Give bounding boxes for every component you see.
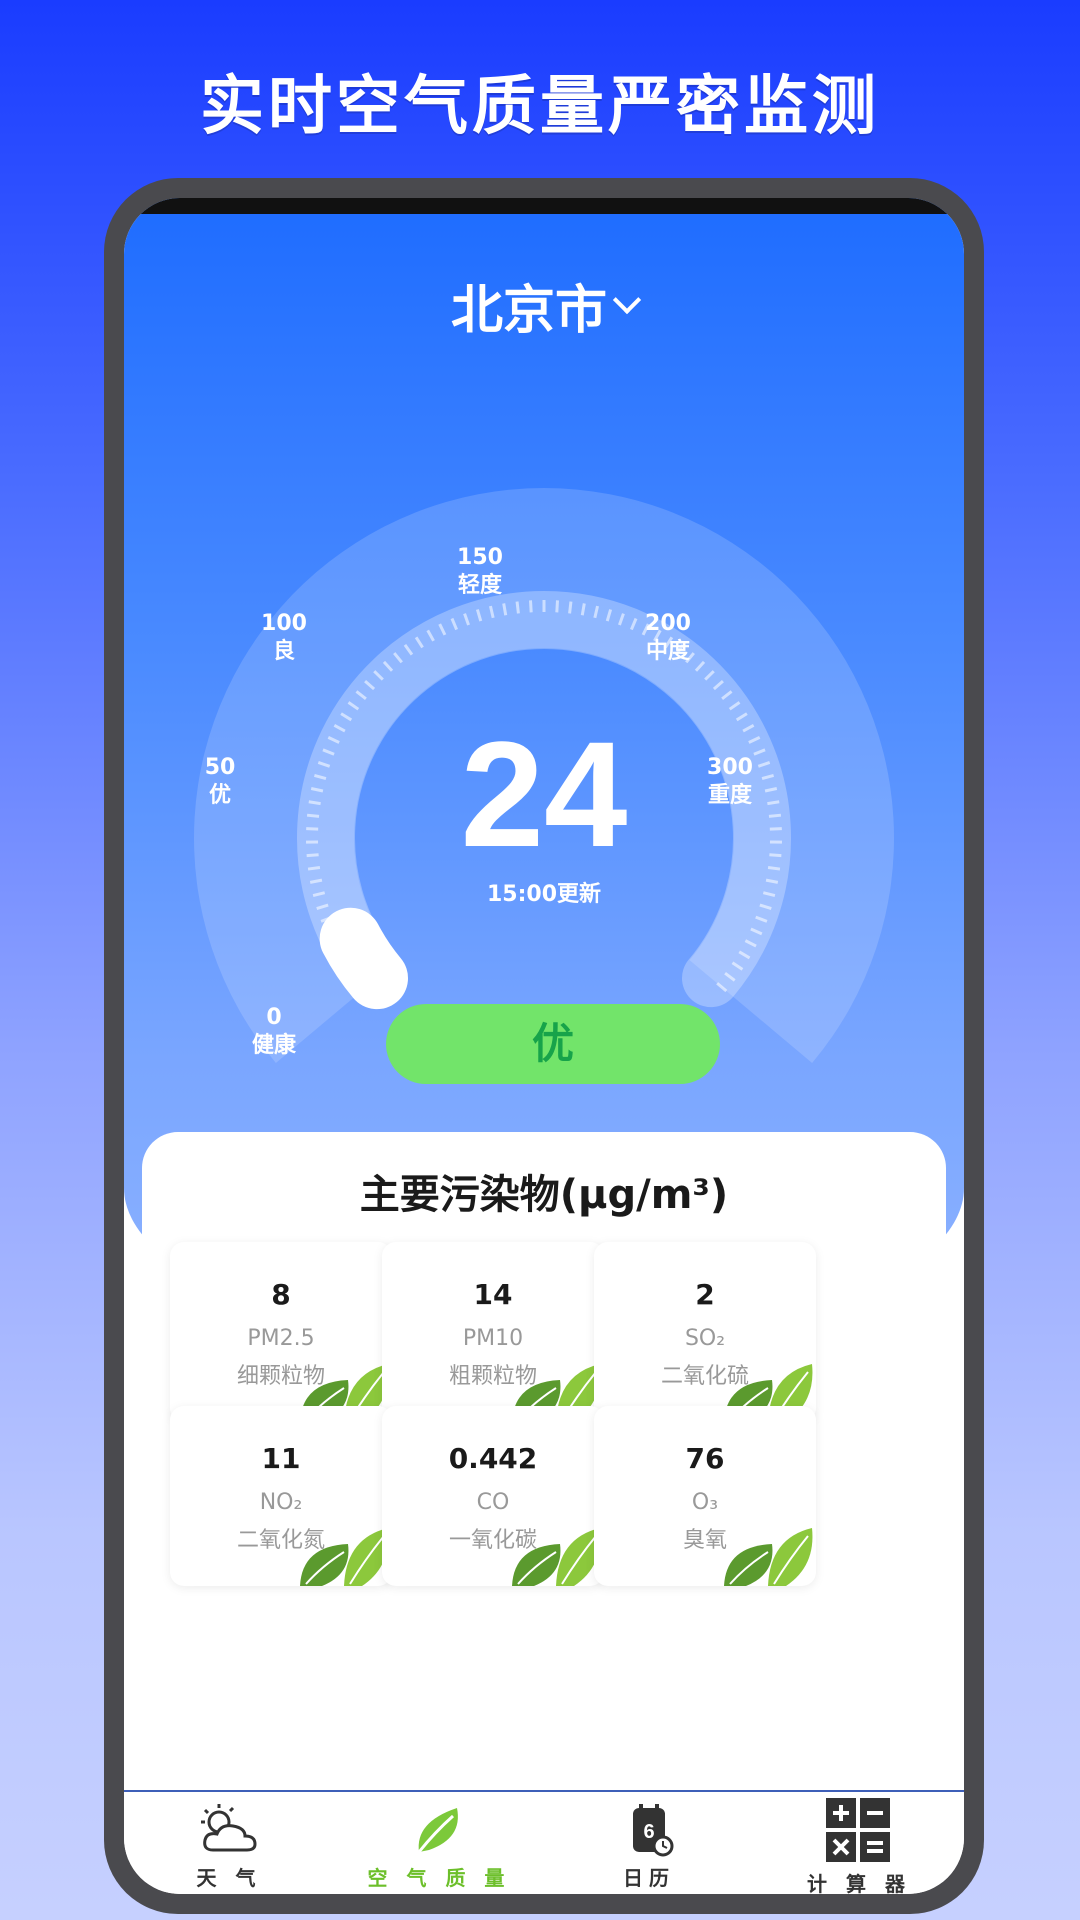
pollutant-code: PM2.5	[247, 1326, 315, 1351]
aqi-level-badge: 优	[386, 1004, 720, 1084]
gauge-tick	[568, 601, 573, 614]
pollutant-code: NO₂	[259, 1490, 303, 1515]
calendar-day: 6	[643, 1821, 654, 1843]
leaf-decoration-icon	[512, 1528, 601, 1586]
gauge-tick-label: 150 轻度	[430, 544, 530, 600]
gauge-tick	[515, 601, 520, 614]
gauge-tick-label: 200 中度	[618, 610, 718, 666]
leaf-decoration-icon	[300, 1528, 389, 1586]
pollutant-code: O₃	[691, 1490, 719, 1515]
weather-icon	[201, 1804, 257, 1852]
tab-calendar[interactable]: 6 日历	[544, 1792, 754, 1894]
gauge-tick	[529, 600, 533, 613]
calculator-icon	[826, 1798, 890, 1862]
pollutant-cell: 76 O₃ 臭氧	[594, 1406, 816, 1586]
pollutant-value: 76	[685, 1442, 725, 1475]
gauge-progress	[319, 907, 409, 1010]
tick-value: 0	[266, 1005, 282, 1030]
calendar-icon: 6	[633, 1804, 674, 1857]
gauge-tick-label: 0 健康	[224, 1004, 324, 1060]
pollutant-value: 14	[473, 1278, 513, 1311]
tab-calendar-label: 日历	[623, 1866, 675, 1890]
pollutant-value: 0.442	[448, 1442, 538, 1475]
leaf-icon	[417, 1808, 458, 1853]
phone-frame: 北京市 0健康50优100良150轻度200中度300重度500严重 24 15…	[104, 178, 984, 1914]
tab-weather-label: 天 气	[196, 1866, 262, 1890]
city-selector[interactable]: 北京市	[124, 268, 964, 343]
update-time: 15:00更新	[486, 882, 602, 907]
status-bar	[124, 198, 964, 214]
gauge-tick-label: 100 良	[234, 610, 334, 666]
tab-weather[interactable]: 天 气	[124, 1792, 334, 1894]
pollutant-cell: 0.442 CO 一氧化碳	[382, 1406, 604, 1586]
tick-value: 200	[645, 611, 691, 636]
pollutant-value: 8	[271, 1278, 291, 1311]
gauge-tick	[502, 603, 508, 616]
leaf-decoration-icon	[724, 1528, 813, 1586]
tick-label: 轻度	[457, 573, 502, 598]
gauge-tick	[555, 600, 559, 613]
bottom-tab-bar: 天 气 空 气 质 量 6 日历 计 算 器	[124, 1790, 964, 1894]
pollutant-code: SO₂	[684, 1326, 726, 1351]
tick-value: 150	[457, 545, 503, 570]
pollutant-cell: 11 NO₂ 二氧化氮	[170, 1406, 392, 1586]
tab-air-quality-label: 空 气 质 量	[367, 1866, 511, 1890]
tick-label: 健康	[251, 1033, 296, 1058]
tab-calculator-label: 计 算 器	[807, 1872, 911, 1894]
tab-calculator[interactable]: 计 算 器	[754, 1792, 964, 1894]
app-screen: 北京市 0健康50优100良150轻度200中度300重度500严重 24 15…	[124, 198, 964, 1894]
pollutant-value: 11	[261, 1442, 301, 1475]
pollutant-code: CO	[476, 1490, 510, 1515]
pollutant-cell: 8 PM2.5 细颗粒物	[170, 1242, 392, 1422]
tick-value: 100	[261, 611, 307, 636]
gauge-tick	[580, 603, 586, 616]
pollutant-cell: 2 SO₂ 二氧化硫	[594, 1242, 816, 1422]
chevron-down-icon	[612, 285, 642, 315]
pollutant-cell: 14 PM10 粗颗粒物	[382, 1242, 604, 1422]
pollutant-title: 主要污染物(μg/m³)	[359, 1172, 729, 1218]
pollutant-card: 主要污染物(μg/m³) 8 PM2.5 细颗粒物 14 PM10 粗颗粒物 2 SO₂ 二氧化…	[142, 1132, 946, 1712]
city-name: 北京市	[450, 281, 607, 341]
tick-label: 良	[272, 639, 295, 664]
promo-headline: 实时空气质量严密监测	[200, 70, 880, 144]
tab-air-quality[interactable]: 空 气 质 量	[334, 1792, 544, 1894]
pollutant-code: PM10	[462, 1326, 524, 1351]
aqi-value: 24	[460, 710, 628, 878]
pollutant-value: 2	[695, 1278, 715, 1311]
tick-label: 中度	[645, 639, 690, 664]
